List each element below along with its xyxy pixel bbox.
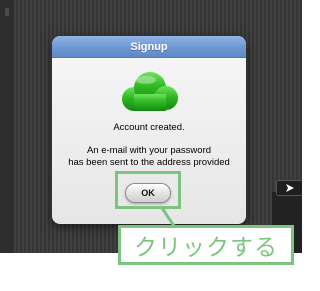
click-instruction-label: クリックする (118, 225, 294, 265)
play-arrow-icon (285, 184, 294, 192)
account-created-message: Account created. (113, 122, 185, 133)
email-sent-line-1: An e-mail with your password (86, 145, 212, 156)
side-panel-toggle-button[interactable] (276, 180, 302, 196)
ok-highlight-box (115, 171, 181, 209)
cloud-icon (114, 68, 184, 116)
email-sent-line-2: has been sent to the address provided (68, 157, 230, 168)
dialog-title: Signup (52, 36, 246, 58)
screen: Signup Account created. An e-mail with y… (0, 0, 302, 291)
left-side-strip (0, 0, 14, 253)
